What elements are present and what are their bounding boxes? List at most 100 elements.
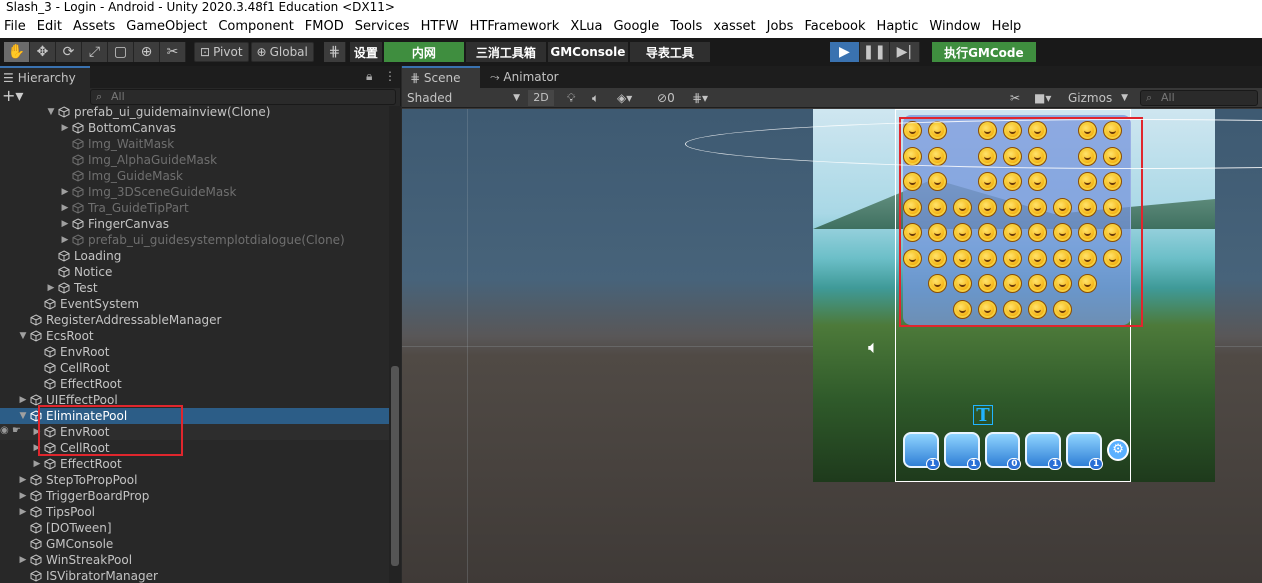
menu-item-haptic[interactable]: Haptic bbox=[873, 16, 923, 38]
menu-item-file[interactable]: File bbox=[0, 16, 30, 38]
coin-tile[interactable] bbox=[1028, 248, 1047, 268]
hierarchy-item[interactable]: ▶ StepToPropPool bbox=[0, 472, 389, 488]
global-button[interactable]: ⊕ Global bbox=[250, 42, 314, 62]
coin-tile[interactable] bbox=[1003, 299, 1022, 319]
coin-tile[interactable] bbox=[1053, 274, 1072, 293]
coin-tile[interactable] bbox=[1078, 223, 1097, 242]
coin-tile[interactable] bbox=[1028, 274, 1047, 293]
hierarchy-item[interactable]: ▼ prefab_ui_guidemainview(Clone) bbox=[0, 106, 389, 120]
tab-animator[interactable]: ⤳ Animator bbox=[482, 66, 559, 88]
hierarchy-item[interactable]: ISVibratorManager bbox=[0, 568, 389, 583]
coin-tile[interactable] bbox=[1103, 248, 1122, 268]
hierarchy-item[interactable]: Notice bbox=[0, 264, 389, 280]
coin-tile[interactable] bbox=[928, 248, 947, 268]
menu-item-fmod[interactable]: FMOD bbox=[301, 16, 348, 38]
hierarchy-item[interactable]: ▶ FingerCanvas bbox=[0, 216, 389, 232]
gizmos-dropdown[interactable]: Gizmos ▼ bbox=[1068, 90, 1130, 106]
coin-tile[interactable] bbox=[1053, 299, 1072, 319]
hierarchy-item[interactable]: GMConsole bbox=[0, 536, 389, 552]
hierarchy-item[interactable]: ▶ Tra_GuideTipPart bbox=[0, 200, 389, 216]
coin-tile[interactable] bbox=[953, 274, 972, 293]
tools-icon[interactable]: ✂ bbox=[1010, 90, 1020, 106]
coin-tile[interactable] bbox=[953, 248, 972, 268]
coin-tile[interactable] bbox=[1078, 274, 1097, 293]
add-icon[interactable]: +▾ bbox=[2, 86, 23, 105]
coin-tile[interactable] bbox=[978, 223, 997, 242]
menu-item-assets[interactable]: Assets bbox=[69, 16, 119, 38]
collapse-arrow-icon[interactable]: ▶ bbox=[60, 200, 70, 216]
coin-tile[interactable] bbox=[1053, 223, 1072, 242]
menu-item-services[interactable]: Services bbox=[351, 16, 414, 38]
hierarchy-item[interactable]: ▶ Img_3DSceneGuideMask bbox=[0, 184, 389, 200]
hierarchy-item[interactable]: ▶ Test bbox=[0, 280, 389, 296]
menu-item-htfw[interactable]: HTFW bbox=[417, 16, 463, 38]
collapse-arrow-icon[interactable]: ▶ bbox=[18, 504, 28, 520]
coin-tile[interactable] bbox=[953, 299, 972, 319]
powerup-button[interactable]: 1 bbox=[1025, 432, 1063, 470]
expand-arrow-icon[interactable]: ▼ bbox=[18, 328, 28, 344]
pivot-button[interactable]: ⊡ Pivot bbox=[194, 42, 249, 62]
collapse-arrow-icon[interactable]: ▶ bbox=[18, 472, 28, 488]
powerup-button[interactable]: 1 bbox=[903, 432, 940, 470]
menu-item-htframework[interactable]: HTFramework bbox=[466, 16, 564, 38]
coin-tile[interactable] bbox=[928, 223, 947, 242]
hierarchy-item[interactable]: ▼ EliminatePool bbox=[0, 408, 389, 424]
rotate-icon[interactable]: ⟳ bbox=[56, 42, 82, 62]
hierarchy-item[interactable]: CellRoot bbox=[0, 360, 389, 376]
audio-icon[interactable]: 🔈︎ bbox=[592, 90, 599, 106]
camera-icon[interactable]: ■▾ bbox=[1034, 90, 1051, 106]
menu-item-google[interactable]: Google bbox=[609, 16, 663, 38]
collapse-arrow-icon[interactable]: ▶ bbox=[18, 488, 28, 504]
coin-tile[interactable] bbox=[978, 299, 997, 319]
hierarchy-item[interactable]: ▶ prefab_ui_guidesystemplotdialogue(Clone… bbox=[0, 232, 389, 248]
coin-tile[interactable] bbox=[1028, 299, 1047, 319]
hand-icon[interactable]: ✋ bbox=[4, 42, 30, 62]
coin-tile[interactable] bbox=[928, 172, 947, 191]
settings-button[interactable]: 设置 bbox=[349, 42, 382, 62]
step-icon[interactable]: ▶| bbox=[889, 42, 920, 62]
collapse-arrow-icon[interactable]: ▶ bbox=[18, 392, 28, 408]
menu-item-xasset[interactable]: xasset bbox=[709, 16, 759, 38]
expand-arrow-icon[interactable]: ▼ bbox=[18, 408, 28, 424]
coin-tile[interactable] bbox=[928, 274, 947, 293]
hierarchy-scrollbar[interactable] bbox=[389, 106, 401, 583]
gmconsole-button[interactable]: GMConsole bbox=[547, 42, 628, 62]
hierarchy-item[interactable]: ▶ UIEffectPool bbox=[0, 392, 389, 408]
coin-tile[interactable] bbox=[928, 197, 947, 217]
collapse-arrow-icon[interactable]: ▶ bbox=[60, 120, 70, 136]
coin-tile[interactable] bbox=[1103, 172, 1122, 191]
menu-item-tools[interactable]: Tools bbox=[666, 16, 706, 38]
menu-item-component[interactable]: Component bbox=[214, 16, 297, 38]
transform-icon[interactable]: ⊕ bbox=[134, 42, 160, 62]
hierarchy-item[interactable]: ▶ CellRoot bbox=[0, 440, 389, 456]
hierarchy-search-input[interactable]: ⌕ All bbox=[90, 89, 396, 105]
coin-tile[interactable] bbox=[953, 197, 972, 217]
hierarchy-item[interactable]: Loading bbox=[0, 248, 389, 264]
coin-tile[interactable] bbox=[903, 172, 922, 191]
menu-item-gameobject[interactable]: GameObject bbox=[122, 16, 211, 38]
coin-tile[interactable] bbox=[903, 223, 922, 242]
coin-tile[interactable] bbox=[1103, 197, 1122, 217]
menu-item-xlua[interactable]: XLua bbox=[566, 16, 606, 38]
match3-tools-button[interactable]: 三消工具箱 bbox=[465, 42, 546, 62]
hierarchy-item[interactable]: RegisterAddressableManager bbox=[0, 312, 389, 328]
coin-tile[interactable] bbox=[1028, 197, 1047, 217]
coin-tile[interactable] bbox=[1003, 197, 1022, 217]
collapse-arrow-icon[interactable]: ▶ bbox=[46, 280, 56, 296]
scale-icon[interactable]: ⤢ bbox=[82, 42, 108, 62]
collapse-arrow-icon[interactable]: ▶ bbox=[18, 552, 28, 568]
exec-gmcode-button[interactable]: 执行GMCode bbox=[931, 42, 1036, 62]
pick-icon[interactable]: ☛ bbox=[12, 425, 21, 436]
scene-search-input[interactable]: ⌕ All bbox=[1140, 90, 1258, 106]
coin-tile[interactable] bbox=[1078, 172, 1097, 191]
coin-tile[interactable] bbox=[1003, 274, 1022, 293]
coin-tile[interactable] bbox=[1078, 197, 1097, 217]
coin-tile[interactable] bbox=[1053, 248, 1072, 268]
coin-tile[interactable] bbox=[978, 172, 997, 191]
coin-tile[interactable] bbox=[978, 197, 997, 217]
collapse-arrow-icon[interactable]: ▶ bbox=[32, 424, 42, 440]
collapse-arrow-icon[interactable]: ▶ bbox=[60, 216, 70, 232]
effects-icon[interactable]: ◈▾ bbox=[617, 90, 632, 106]
powerup-button[interactable]: 1 bbox=[1066, 432, 1104, 470]
powerup-button[interactable]: 0 bbox=[984, 432, 1022, 470]
